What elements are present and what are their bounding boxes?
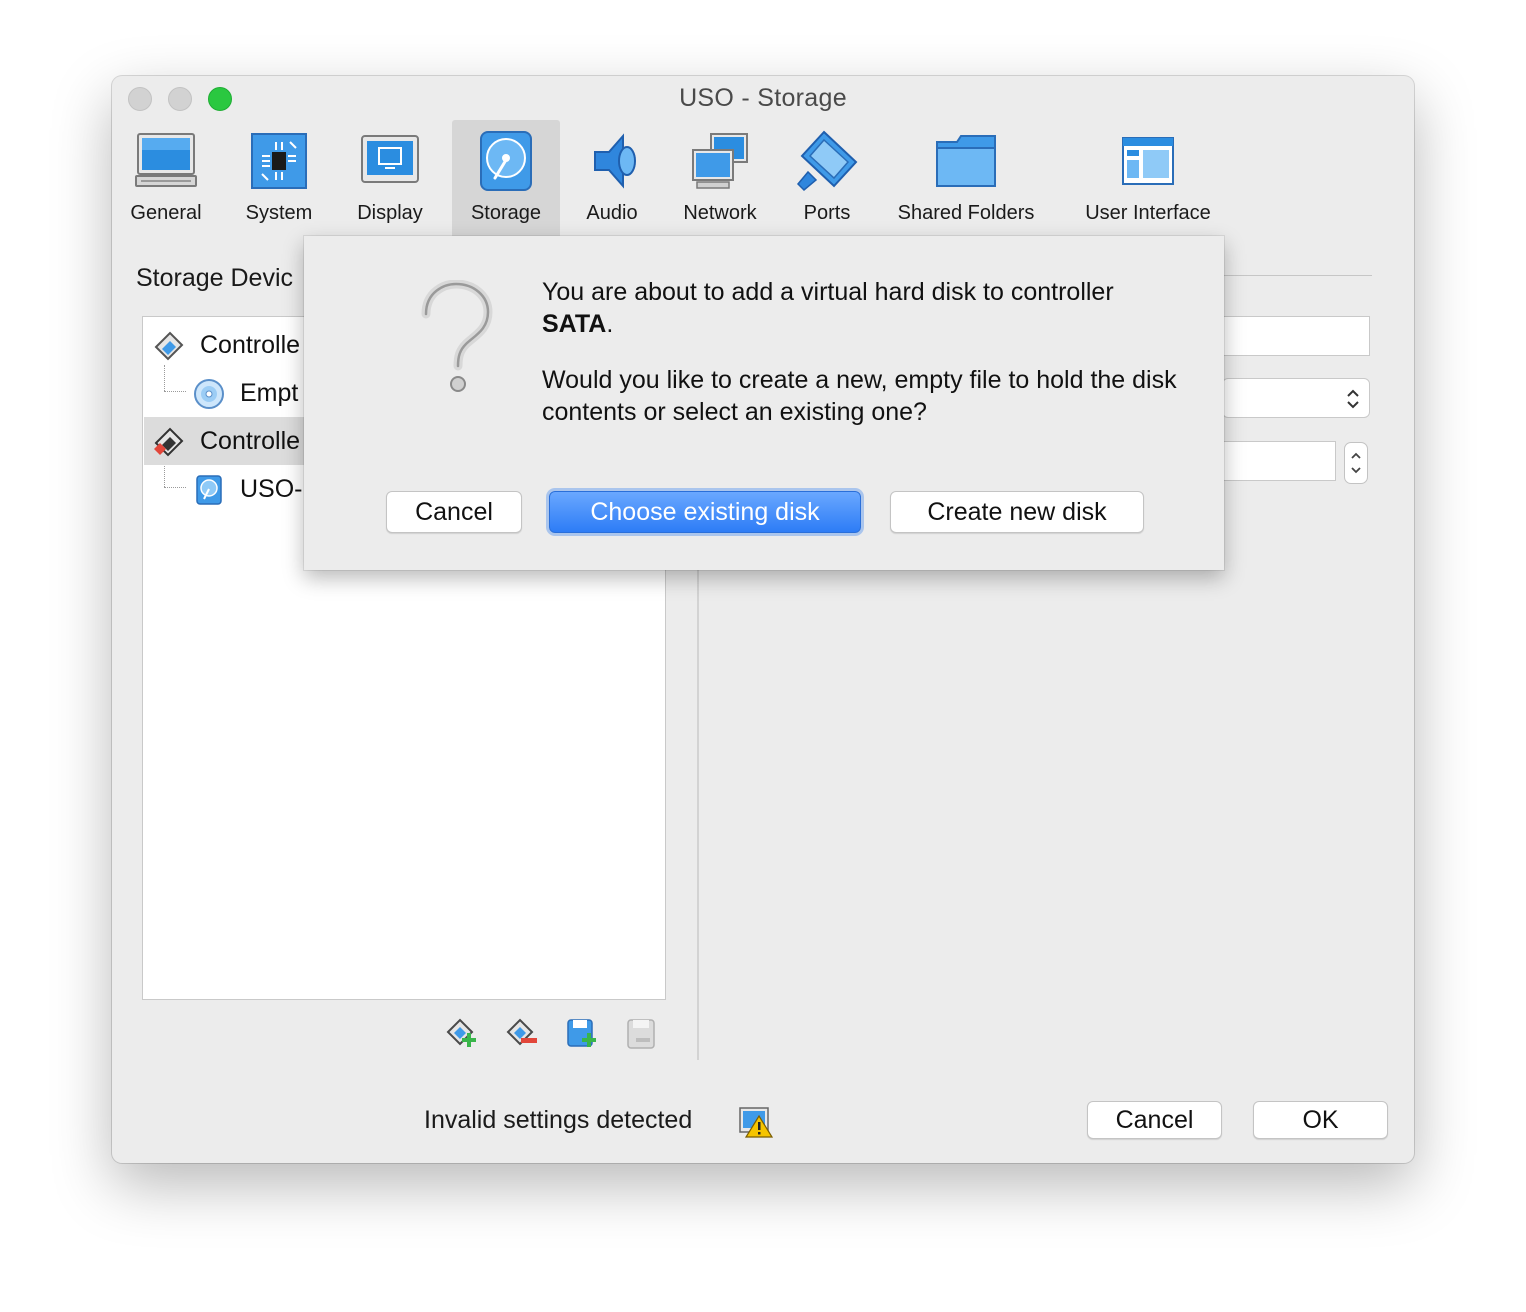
tab-general[interactable]: General — [120, 120, 212, 236]
panel-divider — [697, 566, 699, 1060]
ports-connector-icon — [796, 130, 858, 192]
port-count-field[interactable] — [1222, 441, 1336, 481]
user-interface-icon — [1122, 137, 1174, 185]
tab-storage-label: Storage — [470, 202, 542, 224]
tab-user-interface[interactable]: User Interface — [1072, 120, 1224, 236]
audio-speaker-icon — [594, 133, 636, 189]
status-message: Invalid settings detected — [424, 1106, 693, 1134]
hard-disk-icon — [196, 475, 222, 505]
tab-ports-label: Ports — [803, 202, 851, 224]
window-title: USO - Storage — [679, 84, 847, 112]
tab-display[interactable]: Display — [346, 120, 434, 236]
message-text: You are about to add a virtual hard disk… — [542, 278, 1114, 306]
tab-shared-folders[interactable]: Shared Folders — [886, 120, 1046, 236]
footer-cancel-button[interactable]: Cancel — [1087, 1101, 1222, 1139]
tab-system-label: System — [245, 202, 313, 224]
tab-audio-label: Audio — [586, 202, 638, 224]
port-count-stepper[interactable] — [1344, 442, 1368, 484]
type-combobox[interactable] — [1222, 378, 1370, 418]
tab-network[interactable]: Network — [672, 120, 768, 236]
choose-existing-disk-button[interactable]: Choose existing disk — [549, 491, 861, 533]
tree-item-label: USO- — [240, 475, 303, 503]
remove-attachment-icon[interactable] — [624, 1016, 660, 1052]
storage-devices-heading: Storage Devic — [136, 264, 294, 292]
question-mark-icon — [421, 280, 493, 392]
settings-toolbar: General System Display Storage Audio Net… — [112, 120, 1414, 236]
message-punctuation: . — [606, 310, 614, 338]
chevron-updown-icon — [1347, 389, 1359, 409]
display-icon — [361, 135, 419, 183]
tab-user-interface-label: User Interface — [1085, 202, 1211, 224]
optical-disc-icon — [194, 379, 224, 409]
dialog-question: Would you like to create a new, empty fi… — [542, 366, 1177, 426]
tab-shared-folders-label: Shared Folders — [897, 202, 1035, 224]
attributes-separator — [1222, 275, 1372, 276]
general-monitor-icon — [135, 133, 197, 187]
network-icon — [692, 133, 748, 189]
stepper-arrows-icon — [1351, 452, 1361, 474]
tab-network-label: Network — [683, 202, 757, 224]
tab-ports[interactable]: Ports — [786, 120, 868, 236]
tree-item-label: Empt — [240, 379, 299, 407]
ide-controller-icon — [154, 331, 184, 361]
storage-tree-toolbar — [442, 1016, 672, 1052]
name-field[interactable] — [1222, 316, 1370, 356]
tree-item-label: Controlle — [200, 427, 301, 455]
warning-icon[interactable] — [739, 1106, 773, 1138]
dialog-cancel-button[interactable]: Cancel — [386, 491, 522, 533]
settings-window: USO - Storage General System Display Sto… — [112, 76, 1414, 1163]
add-attachment-icon[interactable] — [564, 1016, 600, 1052]
tab-general-label: General — [130, 202, 202, 224]
add-disk-dialog: You are about to add a virtual hard disk… — [304, 236, 1224, 570]
title-bar: USO - Storage — [112, 76, 1414, 120]
shared-folder-icon — [936, 135, 996, 187]
remove-controller-icon[interactable] — [504, 1016, 540, 1052]
create-new-disk-button[interactable]: Create new disk — [890, 491, 1144, 533]
tab-audio[interactable]: Audio — [570, 120, 654, 236]
add-controller-icon[interactable] — [444, 1016, 480, 1052]
controller-name: SATA — [542, 310, 607, 338]
tab-storage[interactable]: Storage — [452, 120, 560, 236]
tab-system[interactable]: System — [234, 120, 324, 236]
ok-button[interactable]: OK — [1253, 1101, 1388, 1139]
tree-item-label: Controlle — [200, 331, 301, 359]
dialog-message: You are about to add a virtual hard disk… — [542, 276, 1182, 340]
sata-controller-icon — [154, 427, 184, 457]
storage-disk-icon — [480, 131, 532, 191]
tab-display-label: Display — [357, 202, 423, 224]
system-chip-icon — [251, 133, 307, 189]
